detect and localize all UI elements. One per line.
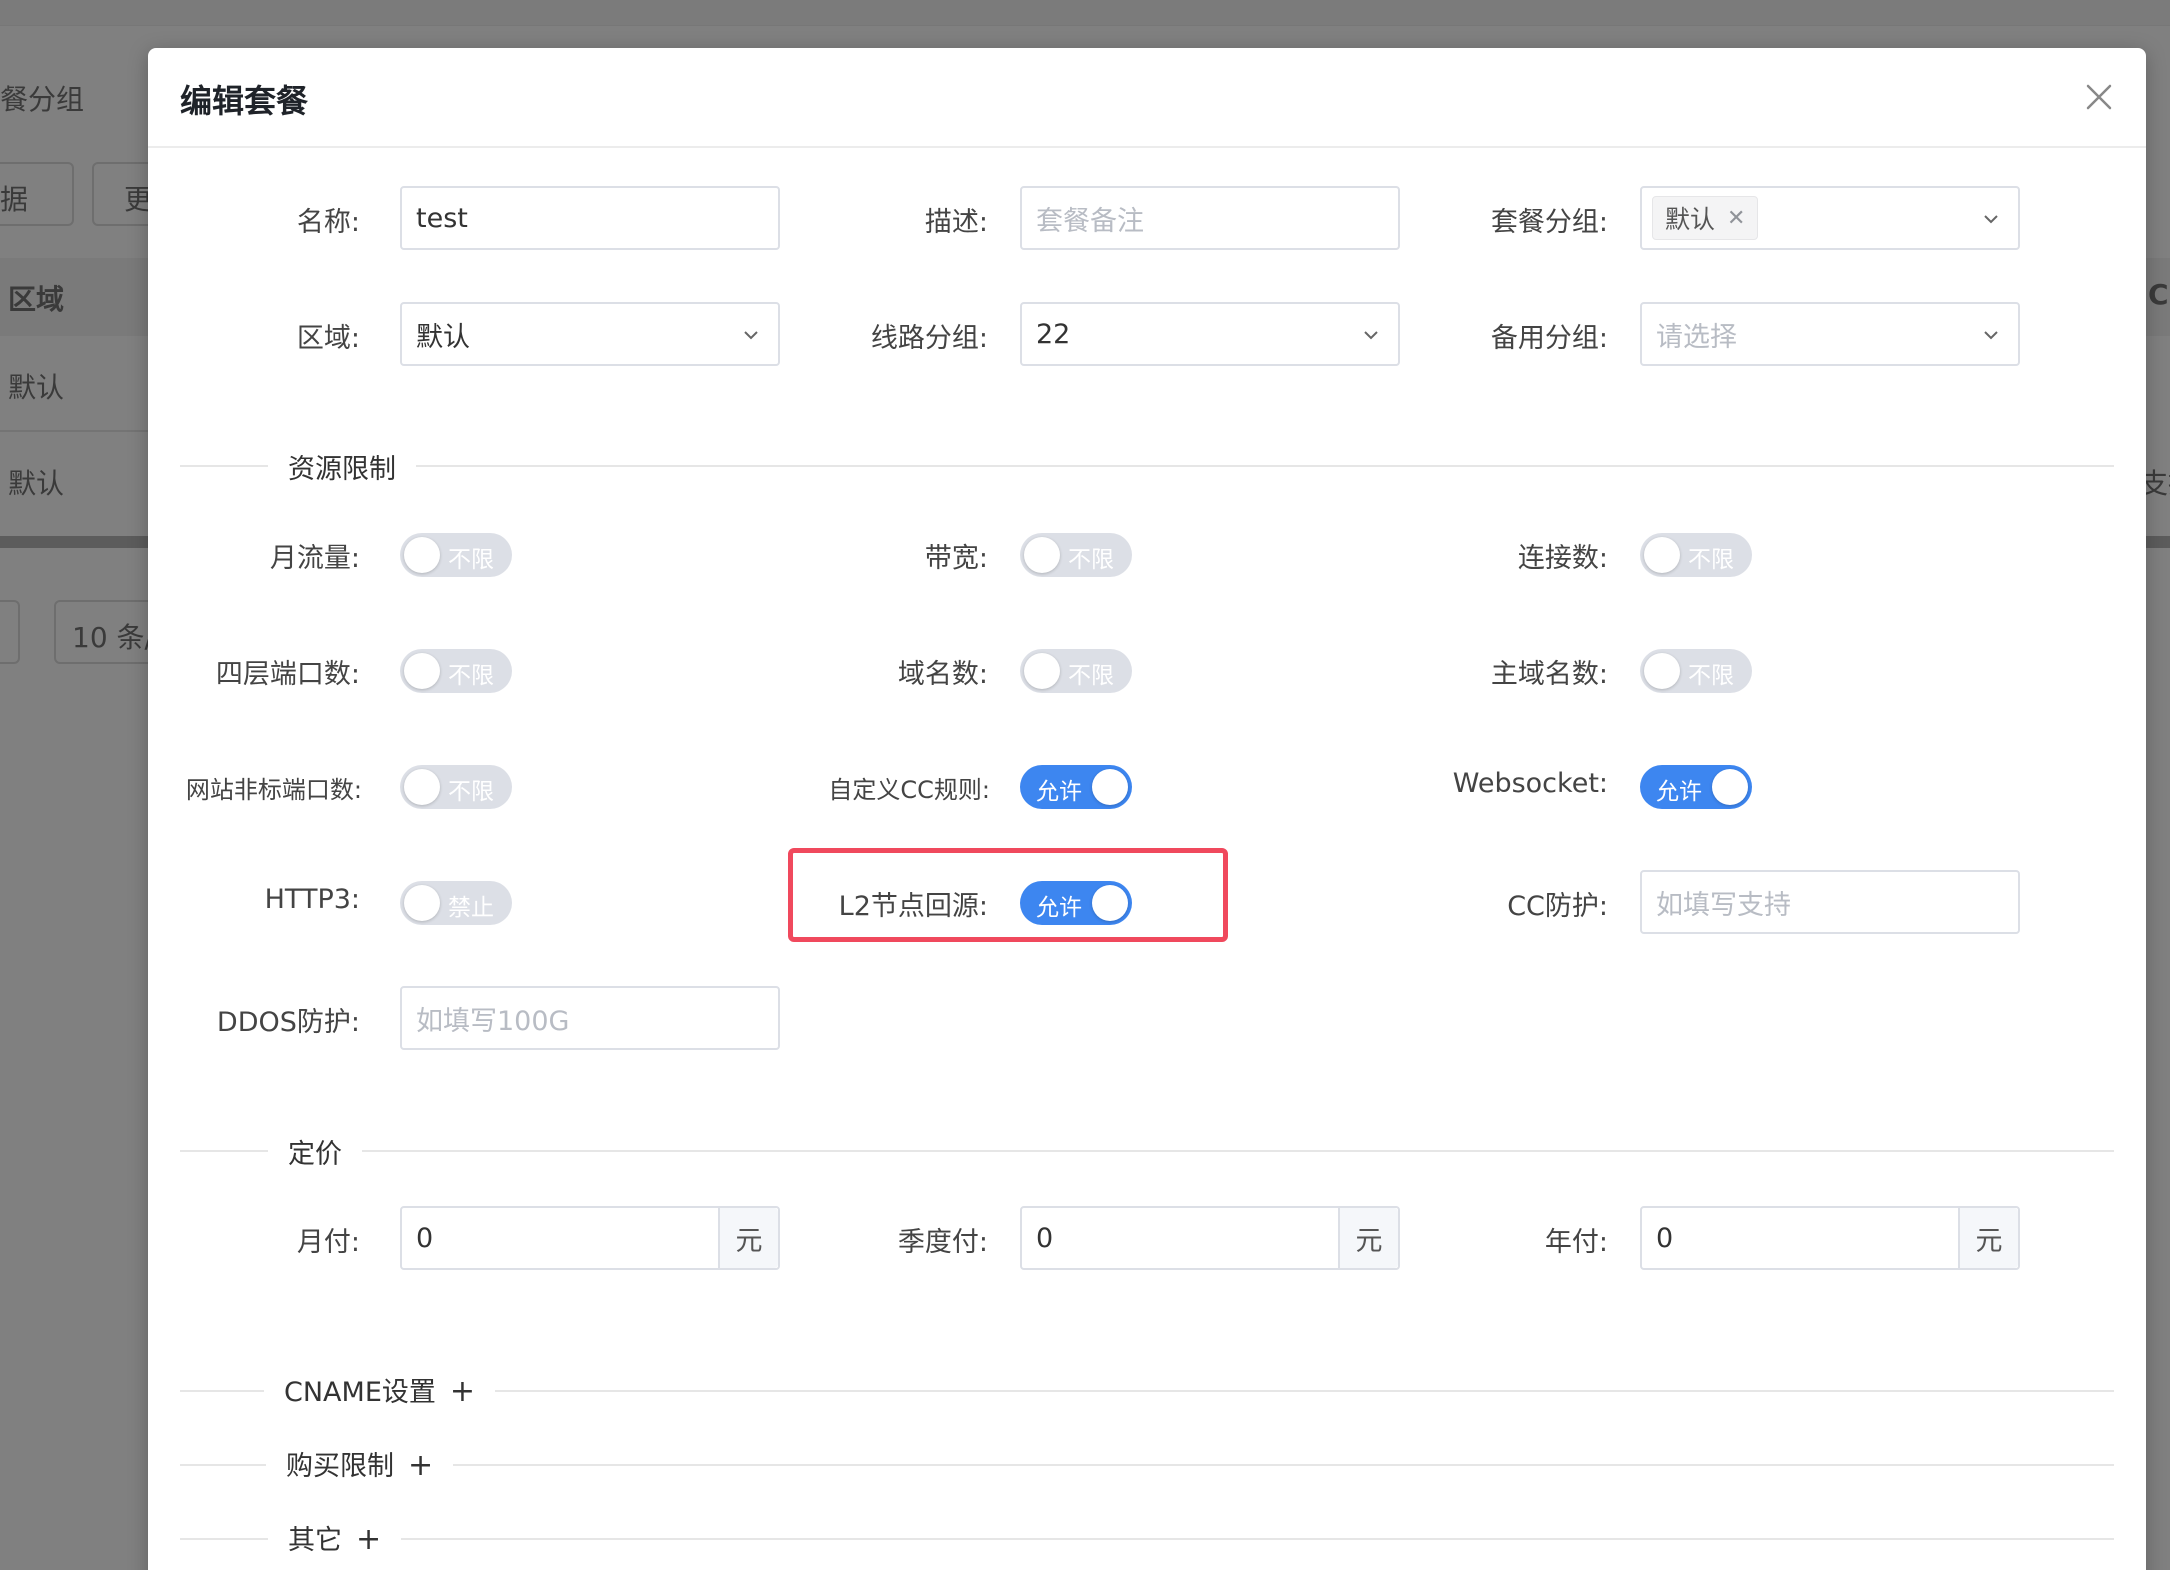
websocket-switch[interactable]: 允许 (1640, 765, 1752, 809)
plus-icon: + (356, 1522, 382, 1557)
connections-label: 连接数: (1517, 543, 1608, 574)
background-row-divider (0, 430, 150, 432)
ddos-protection-label: DDOS防护: (216, 1007, 360, 1038)
custom-cc-label: 自定义CC规则: (828, 776, 990, 804)
package-group-label: 套餐分组: (1490, 207, 1608, 238)
cc-protection-label: CC防护: (1507, 891, 1608, 922)
tag-close-icon[interactable]: ✕ (1727, 206, 1745, 231)
edit-package-modal: 编辑套餐 名称: test 描述: 套餐备注 套餐分组: 默认 ✕ 区域: 默认… (148, 48, 2146, 1570)
connections-switch[interactable]: 不限 (1640, 533, 1752, 577)
purchase-limit-section-toggle[interactable]: 购买限制 + (266, 1444, 454, 1483)
pricing-divider (180, 1150, 2114, 1152)
monthly-traffic-switch[interactable]: 不限 (400, 533, 512, 577)
line-group-select[interactable]: 22 (1020, 302, 1400, 366)
switch-knob (404, 769, 440, 805)
other-divider (180, 1538, 2114, 1540)
main-domains-switch[interactable]: 不限 (1640, 649, 1752, 693)
l4-ports-switch[interactable]: 不限 (400, 649, 512, 693)
name-input[interactable]: test (400, 186, 780, 250)
background-topbar (0, 0, 2170, 26)
background-pager-button[interactable] (0, 600, 20, 664)
yearly-price-input[interactable]: 0 元 (1640, 1206, 2020, 1270)
main-domains-label: 主域名数: (1490, 659, 1608, 690)
nonstd-ports-switch[interactable]: 不限 (400, 765, 512, 809)
background-table-header: 区域 (0, 258, 150, 336)
domains-label: 域名数: (897, 659, 988, 690)
http3-label: HTTP3: (264, 884, 360, 915)
group-tag: 默认 ✕ (1652, 196, 1759, 240)
switch-knob (404, 537, 440, 573)
monthly-price-label: 月付: (296, 1227, 360, 1258)
switch-knob (404, 885, 440, 921)
currency-addon: 元 (1338, 1208, 1398, 1268)
yearly-price-label: 年付: (1544, 1227, 1608, 1258)
currency-addon: 元 (718, 1208, 778, 1268)
close-icon[interactable] (2082, 80, 2116, 114)
backup-group-label: 备用分组: (1490, 323, 1608, 354)
chevron-down-icon (744, 331, 758, 340)
switch-knob (1024, 537, 1060, 573)
chevron-down-icon (1984, 331, 1998, 340)
background-group-label: 套餐分组 (0, 83, 85, 116)
plus-icon: + (449, 1374, 476, 1409)
other-section-toggle[interactable]: 其它 + (268, 1518, 402, 1557)
bandwidth-switch[interactable]: 不限 (1020, 533, 1132, 577)
currency-addon: 元 (1958, 1208, 2018, 1268)
plus-icon: + (408, 1448, 434, 1483)
background-scrollbar[interactable] (0, 536, 150, 548)
modal-title: 编辑套餐 (180, 82, 309, 120)
region-label: 区域: (296, 323, 360, 354)
monthly-price-input[interactable]: 0 元 (400, 1206, 780, 1270)
switch-knob (1644, 537, 1680, 573)
backup-group-select[interactable]: 请选择 (1640, 302, 2020, 366)
custom-cc-switch[interactable]: 允许 (1020, 765, 1132, 809)
l4-ports-label: 四层端口数: (215, 659, 360, 690)
quarterly-price-input[interactable]: 0 元 (1020, 1206, 1400, 1270)
background-row-cell: 默认 (8, 371, 65, 404)
cname-section-toggle[interactable]: CNAME设置 + (264, 1370, 496, 1409)
purchase-divider (180, 1464, 2114, 1466)
modal-header: 编辑套餐 (148, 48, 2146, 148)
pricing-section-title: 定价 (268, 1132, 362, 1171)
switch-knob (1092, 769, 1128, 805)
switch-knob (1092, 885, 1128, 921)
websocket-label: Websocket: (1452, 768, 1608, 799)
chevron-down-icon (1364, 331, 1378, 340)
bandwidth-label: 带宽: (924, 543, 988, 574)
monthly-traffic-label: 月流量: (269, 543, 360, 574)
ddos-protection-input[interactable]: 如填写100G (400, 986, 780, 1050)
resource-section-title: 资源限制 (268, 447, 416, 486)
switch-knob (1644, 653, 1680, 689)
domains-switch[interactable]: 不限 (1020, 649, 1132, 693)
background-row-cell: 默认 (8, 467, 65, 500)
cc-protection-input[interactable]: 如填写支持 (1640, 870, 2020, 934)
description-input[interactable]: 套餐备注 (1020, 186, 1400, 250)
l2-origin-switch[interactable]: 允许 (1020, 881, 1132, 925)
switch-knob (1712, 769, 1748, 805)
nonstd-ports-label: 网站非标端口数: (185, 776, 362, 804)
switch-knob (404, 653, 440, 689)
background-data-button[interactable]: 数据 (0, 162, 74, 226)
package-group-select[interactable]: 默认 ✕ (1640, 186, 2020, 250)
region-select[interactable]: 默认 (400, 302, 780, 366)
name-label: 名称: (296, 207, 360, 238)
switch-knob (1024, 653, 1060, 689)
resource-divider (180, 465, 2114, 467)
l2-origin-label: L2节点回源: (838, 891, 988, 922)
chevron-down-icon (1984, 215, 1998, 224)
http3-switch[interactable]: 禁止 (400, 881, 512, 925)
quarterly-price-label: 季度付: (897, 1227, 988, 1258)
line-group-label: 线路分组: (870, 323, 988, 354)
description-label: 描述: (924, 207, 988, 238)
